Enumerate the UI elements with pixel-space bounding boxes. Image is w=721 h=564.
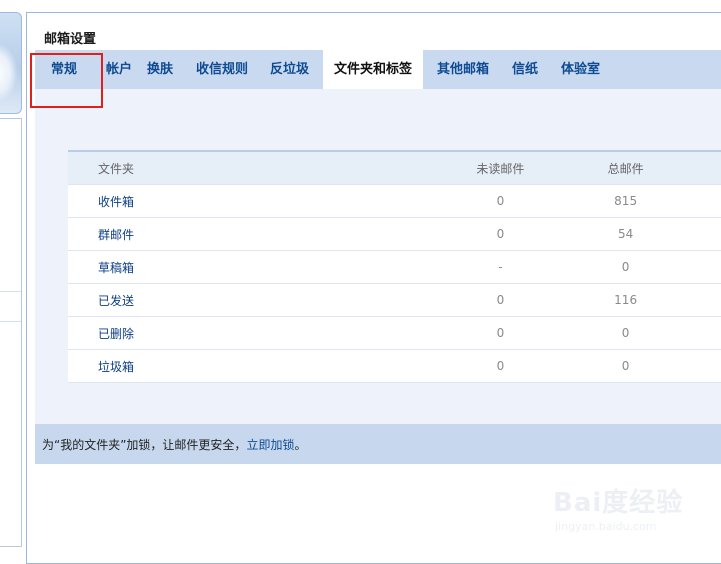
left-sidebar-panel	[0, 118, 22, 547]
table-row: 草稿箱 - 0	[68, 250, 721, 284]
tab-stationery[interactable]: 信纸	[512, 50, 538, 89]
folder-link-group-mail[interactable]: 群邮件	[98, 228, 134, 242]
sidebar-divider	[0, 321, 21, 322]
folder-table: 文件夹 未读邮件 总邮件 收件箱 0 815 群邮件 0 54 草稿箱 - 0 …	[68, 150, 721, 383]
table-row: 群邮件 0 54	[68, 217, 721, 251]
sidebar-divider	[0, 291, 21, 292]
tab-mail-rules[interactable]: 收信规则	[196, 50, 248, 89]
folder-link-sent[interactable]: 已发送	[98, 294, 134, 308]
total-count: 0	[562, 250, 689, 284]
column-header-folder: 文件夹	[68, 150, 438, 185]
folder-link-spam[interactable]: 垃圾箱	[98, 360, 134, 374]
lock-folder-notice: 为“我的文件夹”加锁，让邮件更安全，立即加锁。	[42, 436, 306, 453]
column-header-total: 总邮件	[562, 150, 689, 185]
baidu-jingyan-watermark: Bai度经验 jingyan.baidu.com	[553, 482, 713, 542]
panel-title: 邮箱设置	[44, 32, 97, 47]
left-sidebar-header	[0, 12, 22, 114]
column-header-unread: 未读邮件	[437, 150, 563, 185]
folder-link-drafts[interactable]: 草稿箱	[98, 261, 134, 275]
highlight-annotation	[30, 53, 103, 108]
tab-account[interactable]: 帐户	[106, 50, 132, 89]
tab-skin[interactable]: 换肤	[147, 50, 173, 89]
sidebar-decoration	[0, 43, 18, 103]
watermark-url: jingyan.baidu.com	[555, 520, 657, 533]
tab-anti-spam[interactable]: 反垃圾	[270, 50, 309, 89]
lock-notice-end: 。	[294, 438, 307, 452]
column-header-spacer	[688, 150, 721, 185]
table-row: 已发送 0 116	[68, 283, 721, 317]
table-row: 已删除 0 0	[68, 316, 721, 350]
unread-count: 0	[437, 283, 563, 317]
unread-count: 0	[437, 184, 563, 218]
total-count: 0	[562, 349, 689, 383]
lock-notice-text: 为“我的文件夹”加锁，让邮件更安全，	[42, 438, 247, 452]
tab-other-mailbox[interactable]: 其他邮箱	[437, 50, 489, 89]
settings-tab-bar: 常规 帐户 换肤 收信规则 反垃圾 文件夹和标签 其他邮箱 信纸 体验室	[35, 50, 721, 89]
unread-count: -	[437, 250, 563, 284]
total-count: 0	[562, 316, 689, 350]
unread-count: 0	[437, 217, 563, 251]
total-count: 116	[562, 283, 689, 317]
lock-folder-footer: 为“我的文件夹”加锁，让邮件更安全，立即加锁。	[35, 424, 721, 464]
total-count: 54	[562, 217, 689, 251]
folder-link-inbox[interactable]: 收件箱	[98, 195, 134, 209]
unread-count: 0	[437, 349, 563, 383]
folder-link-deleted[interactable]: 已删除	[98, 327, 134, 341]
table-header-row: 文件夹 未读邮件 总邮件	[68, 150, 721, 185]
table-row: 垃圾箱 0 0	[68, 349, 721, 383]
total-count: 815	[562, 184, 689, 218]
left-sidebar	[0, 0, 22, 550]
lock-now-link[interactable]: 立即加锁	[246, 438, 294, 452]
unread-count: 0	[437, 316, 563, 350]
tab-folders-labels[interactable]: 文件夹和标签	[323, 50, 424, 89]
table-row: 收件箱 0 815	[68, 184, 721, 218]
tab-labs[interactable]: 体验室	[561, 50, 600, 89]
watermark-brand: Bai度经验	[553, 488, 684, 518]
folder-content-area: 文件夹 未读邮件 总邮件 收件箱 0 815 群邮件 0 54 草稿箱 - 0 …	[35, 89, 721, 424]
